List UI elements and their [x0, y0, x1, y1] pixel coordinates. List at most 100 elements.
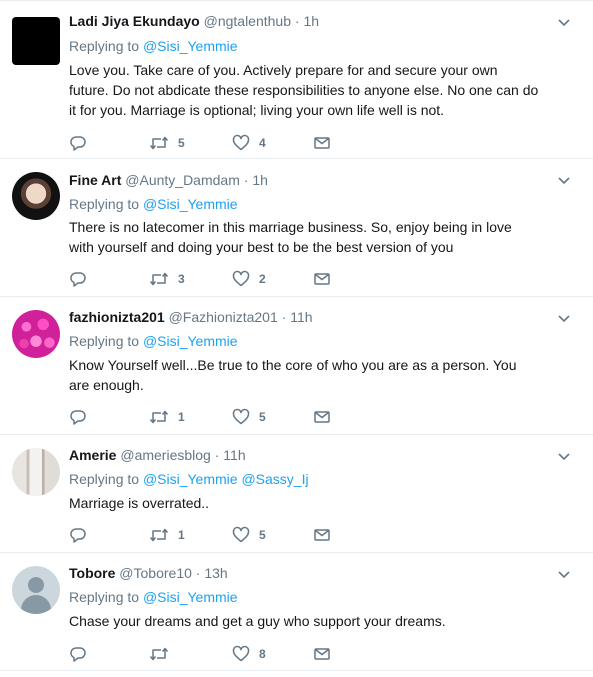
envelope-icon — [314, 648, 330, 660]
author-name[interactable]: Fine Art — [69, 172, 121, 188]
author-handle[interactable]: @ngtalenthub — [204, 13, 291, 29]
tweet-text: Chase your dreams and get a guy who supp… — [69, 613, 446, 629]
avatar[interactable] — [12, 172, 60, 220]
author-handle[interactable]: @Fazhionizta201 — [169, 309, 278, 325]
mention-link[interactable]: @Sisi_Yemmie — [143, 589, 238, 605]
separator-dot: · — [294, 13, 300, 29]
retweet-button[interactable]: 1 — [149, 408, 185, 426]
replying-label: Replying to — [69, 38, 140, 54]
retweet-count: 5 — [178, 136, 185, 150]
tweet-item[interactable]: Fine Art @Aunty_Damdam · 1h Replying to … — [0, 159, 593, 297]
mention-link[interactable]: @Sassy_Ij — [241, 471, 308, 487]
like-button[interactable]: 4 — [232, 134, 266, 152]
reply-button[interactable] — [69, 408, 87, 426]
envelope-icon — [314, 529, 330, 541]
envelope-icon — [314, 273, 330, 285]
replying-label: Replying to — [69, 333, 140, 349]
retweet-count: 1 — [178, 410, 185, 424]
separator-dot: · — [281, 309, 287, 325]
reply-button[interactable] — [69, 645, 87, 663]
retweet-arrows-icon — [149, 528, 169, 542]
replying-to: Replying to @Sisi_Yemmie — [69, 588, 238, 606]
tweet-item[interactable]: Amerie @ameriesblog · 11h Replying to @S… — [0, 435, 593, 553]
mention-link[interactable]: @Sisi_Yemmie — [143, 333, 238, 349]
chevron-down-icon[interactable] — [557, 18, 571, 28]
retweet-arrows-icon — [149, 136, 169, 150]
author-handle[interactable]: @Tobore10 — [119, 565, 192, 581]
replying-label: Replying to — [69, 589, 140, 605]
mention-link[interactable]: @Sisi_Yemmie — [143, 38, 238, 54]
replying-to: Replying to @Sisi_Yemmie — [69, 37, 238, 55]
author-name[interactable]: Tobore — [69, 565, 115, 581]
tweet-actions: 5 4 — [69, 134, 369, 152]
like-button[interactable]: 2 — [232, 270, 266, 288]
chevron-down-icon[interactable] — [557, 314, 571, 324]
author-name[interactable]: Ladi Jiya Ekundayo — [69, 13, 200, 29]
chevron-down-icon[interactable] — [557, 570, 571, 580]
retweet-button[interactable]: 3 — [149, 270, 185, 288]
direct-message-button[interactable] — [313, 645, 331, 663]
replying-to: Replying to @Sisi_Yemmie @Sassy_Ij — [69, 470, 309, 488]
tweet-timestamp[interactable]: 13h — [204, 565, 227, 581]
like-button[interactable]: 5 — [232, 408, 266, 426]
separator-dot: · — [195, 565, 201, 581]
reply-button[interactable] — [69, 526, 87, 544]
retweet-arrows-icon — [149, 410, 169, 424]
avatar[interactable] — [12, 310, 60, 358]
tweet-text: There is no latecomer in this marriage b… — [69, 219, 512, 255]
like-button[interactable]: 5 — [232, 526, 266, 544]
replying-label: Replying to — [69, 471, 140, 487]
tweet-header: fazhionizta201 @Fazhionizta201 · 11h — [69, 308, 313, 326]
tweet-timestamp[interactable]: 1h — [303, 13, 319, 29]
mention-link[interactable]: @Sisi_Yemmie — [143, 471, 238, 487]
reply-button[interactable] — [69, 134, 87, 152]
avatar[interactable] — [12, 17, 60, 65]
heart-icon — [232, 645, 250, 662]
replying-label: Replying to — [69, 196, 140, 212]
heart-icon — [232, 270, 250, 287]
direct-message-button[interactable] — [313, 134, 331, 152]
chevron-down-icon[interactable] — [557, 176, 571, 186]
retweet-button[interactable]: 5 — [149, 134, 185, 152]
author-handle[interactable]: @ameriesblog — [120, 447, 210, 463]
retweet-arrows-icon — [149, 272, 169, 286]
replying-to: Replying to @Sisi_Yemmie — [69, 332, 238, 350]
mention-link[interactable]: @Sisi_Yemmie — [143, 196, 238, 212]
reply-bubble-icon — [70, 410, 86, 425]
separator-dot: · — [214, 447, 220, 463]
envelope-icon — [314, 137, 330, 149]
tweet-text: Love you. Take care of you. Actively pre… — [69, 62, 539, 118]
tweet-item[interactable]: Ladi Jiya Ekundayo @ngtalenthub · 1h Rep… — [0, 0, 593, 159]
reply-button[interactable] — [69, 270, 87, 288]
tweet-actions: 1 5 — [69, 408, 369, 426]
tweet-timestamp[interactable]: 11h — [223, 447, 245, 463]
reply-bubble-icon — [70, 272, 86, 287]
tweet-timestamp[interactable]: 1h — [252, 172, 268, 188]
direct-message-button[interactable] — [313, 270, 331, 288]
like-count: 5 — [259, 528, 266, 542]
tweet-header: Fine Art @Aunty_Damdam · 1h — [69, 171, 268, 189]
replying-to: Replying to @Sisi_Yemmie — [69, 195, 238, 213]
author-handle[interactable]: @Aunty_Damdam — [125, 172, 240, 188]
tweet-actions: 8 — [69, 645, 369, 663]
tweet-item[interactable]: fazhionizta201 @Fazhionizta201 · 11h Rep… — [0, 297, 593, 435]
direct-message-button[interactable] — [313, 526, 331, 544]
retweet-button[interactable]: 1 — [149, 526, 185, 544]
retweet-arrows-icon — [149, 647, 169, 661]
chevron-down-icon[interactable] — [557, 452, 571, 462]
reply-bubble-icon — [70, 647, 86, 662]
tweet-actions: 1 5 — [69, 526, 369, 544]
avatar[interactable] — [12, 448, 60, 496]
avatar[interactable] — [12, 566, 60, 614]
retweet-count: 1 — [178, 528, 185, 542]
tweet-item[interactable]: Tobore @Tobore10 · 13h Replying to @Sisi… — [0, 553, 593, 671]
retweet-button[interactable] — [149, 645, 178, 663]
tweet-timestamp[interactable]: 11h — [290, 309, 312, 325]
like-count: 2 — [259, 272, 266, 286]
author-name[interactable]: fazhionizta201 — [69, 309, 165, 325]
direct-message-button[interactable] — [313, 408, 331, 426]
tweet-header: Amerie @ameriesblog · 11h — [69, 446, 246, 464]
heart-icon — [232, 134, 250, 151]
author-name[interactable]: Amerie — [69, 447, 116, 463]
like-button[interactable]: 8 — [232, 645, 266, 663]
